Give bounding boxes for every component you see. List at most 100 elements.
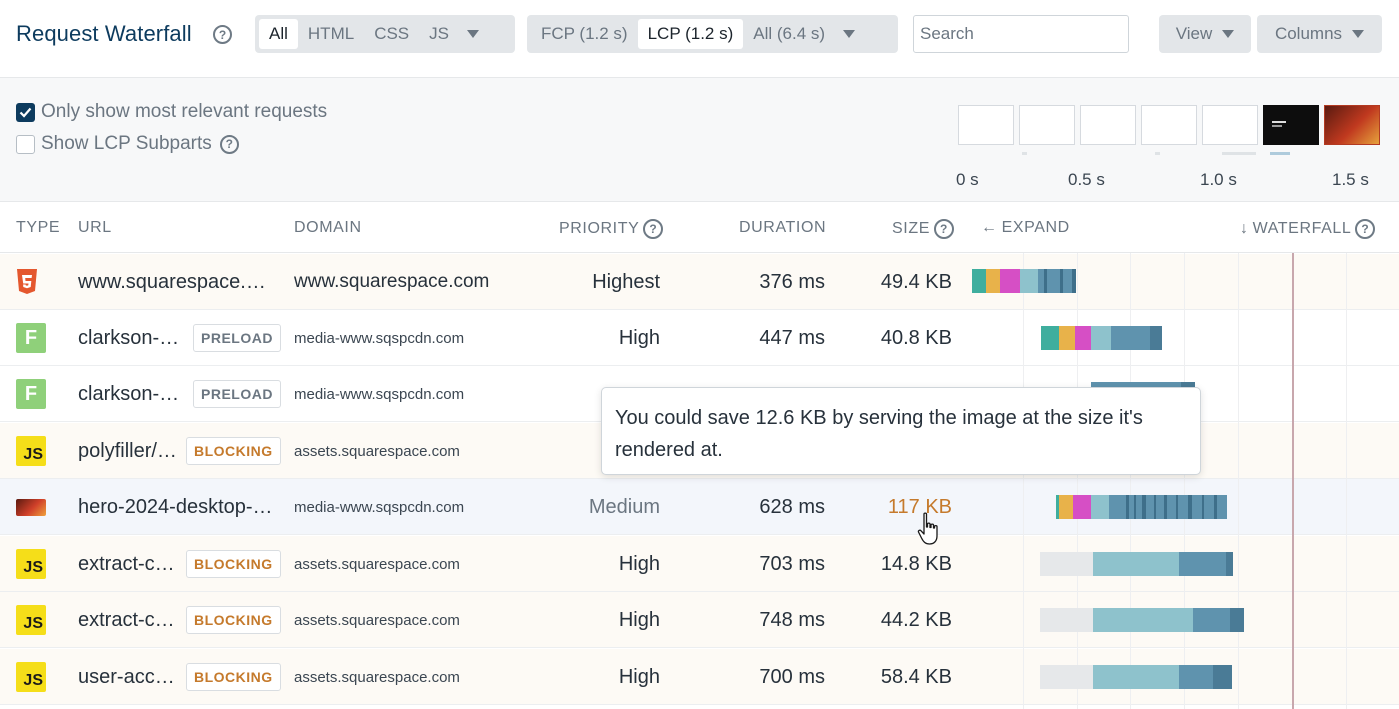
lcp-marker-line (1292, 253, 1294, 709)
column-header-domain[interactable]: DOMAIN (294, 219, 362, 237)
timeline-marker (1270, 152, 1290, 155)
filmstrip-frame[interactable] (1263, 105, 1319, 145)
js-icon: JS (16, 592, 46, 648)
type-filter-html[interactable]: HTML (298, 19, 364, 49)
help-icon[interactable]: ? (933, 219, 954, 239)
waterfall-gridline (1077, 253, 1078, 709)
timeline-tick-label: 1.0 s (1200, 170, 1237, 189)
request-duration: 748 ms (759, 608, 825, 631)
request-duration: 447 ms (759, 326, 825, 349)
blocking-badge: BLOCKING (186, 550, 281, 578)
time-filter: FCP (1.2 s) LCP (1.2 s) All (6.4 s) (527, 15, 898, 53)
blocking-badge: BLOCKING (186, 663, 281, 691)
filmstrip-frame[interactable] (1202, 105, 1258, 145)
column-header-waterfall[interactable]: ↓ WATERFALL? (1240, 219, 1376, 239)
request-url[interactable]: polyfiller/… (78, 423, 177, 479)
arrow-left-icon: ← (981, 219, 998, 236)
request-url[interactable]: extract-c… (78, 592, 175, 648)
time-filter-lcp[interactable]: LCP (1.2 s) (637, 19, 744, 49)
checkbox-checked-icon[interactable] (16, 102, 35, 122)
waterfall-gridline (1238, 253, 1239, 709)
page-title: Request Waterfall (16, 21, 192, 46)
view-button-label: View (1175, 24, 1213, 43)
help-icon[interactable]: ? (213, 25, 232, 44)
filmstrip-frame[interactable] (1324, 105, 1380, 145)
request-domain: www.squarespace.com (294, 271, 490, 292)
waterfall-bar[interactable] (1040, 665, 1232, 689)
help-icon[interactable]: ? (219, 134, 239, 154)
waterfall-gridline (1023, 253, 1024, 709)
columns-button[interactable]: Columns (1257, 15, 1382, 53)
waterfall-gridline (1130, 253, 1131, 709)
column-header-duration[interactable]: DURATION (739, 219, 826, 237)
chevron-down-icon[interactable] (843, 30, 856, 38)
request-url[interactable]: hero-2024-desktop-… (78, 479, 273, 535)
request-priority: Highest (592, 270, 660, 293)
timeline-tick-label: 1.5 s (1332, 170, 1369, 189)
filmstrip-frame[interactable] (1019, 105, 1075, 145)
request-duration: 700 ms (759, 665, 825, 688)
request-priority: High (618, 608, 660, 631)
filmstrip-frame[interactable] (958, 105, 1014, 145)
request-domain: assets.squarespace.com (294, 611, 460, 629)
waterfall-bar[interactable] (1040, 608, 1244, 632)
filmstrip-frame[interactable] (1141, 105, 1197, 145)
blocking-badge: BLOCKING (186, 606, 281, 634)
request-size[interactable]: 44.2 KB (881, 592, 952, 648)
js-icon: JS (16, 649, 46, 705)
request-url[interactable]: extract-c… (78, 536, 175, 592)
request-priority: High (618, 326, 660, 349)
waterfall-bar[interactable] (1041, 326, 1162, 350)
hand-cursor-icon (917, 512, 938, 545)
column-header-url[interactable]: URL (78, 219, 112, 237)
help-icon[interactable]: ? (1355, 219, 1376, 239)
time-filter-fcp[interactable]: FCP (1.2 s) (531, 19, 638, 49)
type-filter-all[interactable]: All (259, 19, 298, 49)
request-domain: assets.squarespace.com (294, 442, 460, 460)
relevant-requests-option[interactable]: Only show most relevant requests (16, 101, 327, 123)
time-filter-all[interactable]: All (6.4 s) (743, 19, 835, 49)
help-icon[interactable]: ? (643, 219, 664, 239)
timeline-marker (1022, 152, 1027, 155)
request-size[interactable]: 49.4 KB (881, 254, 952, 310)
request-url[interactable]: user-acc… (78, 649, 175, 705)
expand-button[interactable]: ← EXPAND (981, 219, 1070, 237)
type-filter-js[interactable]: JS (419, 19, 459, 49)
request-domain: media-www.sqspcdn.com (294, 498, 465, 516)
request-size[interactable]: 40.8 KB (881, 310, 952, 366)
toolbar: Request Waterfall ? All HTML CSS JS FCP … (0, 0, 1399, 78)
column-header-priority[interactable]: PRIORITY? (559, 219, 664, 239)
column-header-size[interactable]: SIZE? (892, 219, 954, 239)
lcp-subparts-label: Show LCP Subparts (41, 133, 212, 154)
lcp-subparts-option[interactable]: Show LCP Subparts ? (16, 133, 239, 155)
request-duration: 376 ms (759, 270, 825, 293)
waterfall-chart (970, 253, 1399, 709)
view-button[interactable]: View (1159, 15, 1251, 53)
timeline-marker (1222, 152, 1256, 155)
request-domain: assets.squarespace.com (294, 668, 460, 686)
waterfall-bar[interactable] (1056, 495, 1227, 519)
request-url[interactable]: clarkson-… (78, 310, 179, 366)
column-header-type[interactable]: TYPE (16, 219, 60, 237)
request-url[interactable]: www.squarespace.… (78, 254, 266, 310)
request-priority: High (618, 665, 660, 688)
type-filter: All HTML CSS JS (255, 15, 515, 53)
request-duration: 628 ms (759, 495, 825, 518)
type-filter-css[interactable]: CSS (364, 19, 419, 49)
preload-badge: PRELOAD (193, 380, 281, 408)
filmstrip-frame[interactable] (1080, 105, 1136, 145)
waterfall-gridline (1184, 253, 1185, 709)
waterfall-bar[interactable] (1040, 552, 1233, 576)
waterfall-bar[interactable] (972, 269, 1076, 293)
request-url[interactable]: clarkson-… (78, 366, 179, 422)
request-size[interactable]: 58.4 KB (881, 649, 952, 705)
waterfall-gridline (1346, 253, 1347, 709)
columns-button-label: Columns (1274, 24, 1343, 43)
timeline-tick-label: 0 s (956, 170, 979, 189)
size-tooltip: You could save 12.6 KB by serving the im… (601, 387, 1201, 475)
chevron-down-icon[interactable] (467, 30, 479, 38)
checkbox-icon[interactable] (16, 134, 35, 154)
search-input[interactable] (913, 15, 1129, 53)
chevron-down-icon (1222, 30, 1235, 38)
js-icon: JS (16, 423, 46, 479)
